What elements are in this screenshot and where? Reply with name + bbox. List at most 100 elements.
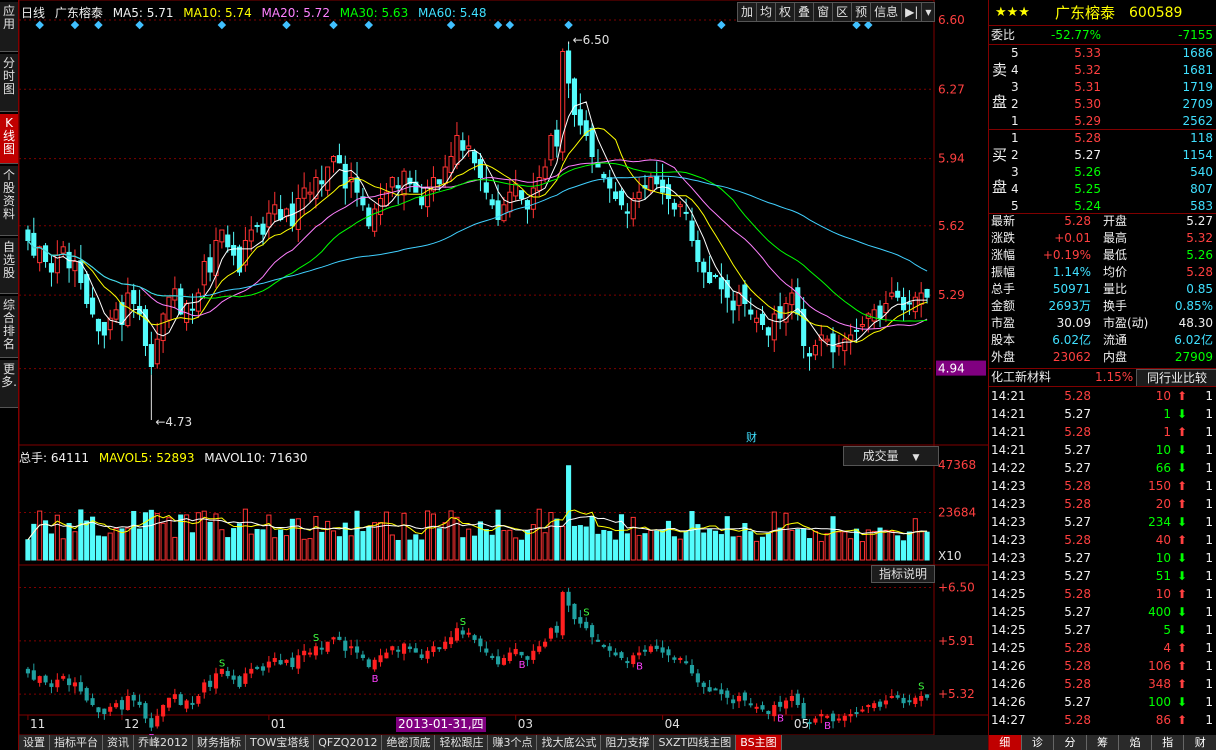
tick-price: 5.27: [1064, 515, 1091, 529]
indicator-tab-5[interactable]: TOW宝塔线: [246, 735, 315, 750]
toolbar-button-2[interactable]: 权: [775, 2, 796, 22]
candle-body: [401, 170, 407, 196]
event-marker-icon[interactable]: [94, 20, 103, 30]
volume-bar: [736, 535, 742, 561]
event-marker-icon[interactable]: [852, 20, 861, 30]
toolbar-button-7[interactable]: 信息: [870, 2, 903, 22]
volume-bar: [413, 534, 419, 561]
bs-candle-body: [919, 695, 924, 701]
tick-count: 1: [1205, 695, 1213, 709]
event-marker-icon[interactable]: [282, 20, 291, 30]
event-marker-icon[interactable]: [329, 20, 338, 30]
tick-list[interactable]: 14:21 5.28 10 ⬆ 1 14:21 5.27 1 ⬇ 1 14:21 5.28 1 ⬆ 1 14:…: [989, 388, 1216, 733]
event-marker-icon[interactable]: [364, 20, 374, 30]
bs-candle-body: [590, 625, 595, 638]
toolbar-button-6[interactable]: 预: [851, 2, 872, 22]
event-marker-icon[interactable]: [864, 20, 873, 30]
bs-candle-body: [413, 648, 418, 653]
left-tab-2[interactable]: K线图: [0, 114, 18, 164]
indicator-tab-9[interactable]: 赚3个点: [488, 735, 538, 750]
stat-row: 市盈 30.09 市盈(动) 48.30: [989, 315, 1216, 332]
finance-marker[interactable]: 财: [746, 430, 757, 444]
candle-body: [771, 313, 777, 341]
left-tab-6[interactable]: 更多.: [0, 360, 18, 408]
indicator-tab-10[interactable]: 找大底公式: [537, 735, 602, 750]
kline-chart-area[interactable]: 6.60 6.27 5.94 5.62 5.29 4.94 ←6.50 ←4.73 财 47368…: [19, 0, 989, 735]
tick-row: 14:23 5.27 234 ⬇ 1: [989, 514, 1216, 531]
event-marker-icon[interactable]: [35, 20, 44, 30]
toolbar-button-4[interactable]: 窗: [813, 2, 834, 22]
tick-price: 5.28: [1064, 713, 1091, 727]
bs-candle-body: [742, 692, 747, 701]
quote-tab-1[interactable]: 诊: [1021, 735, 1055, 750]
quote-tab-6[interactable]: 财: [1184, 735, 1216, 750]
sell-volume: 2562: [1182, 114, 1213, 128]
event-marker-icon[interactable]: [493, 20, 503, 30]
candle-body: [72, 261, 78, 272]
toolbar-button-0[interactable]: 加: [737, 2, 758, 22]
sell-volume: 1686: [1182, 46, 1213, 60]
left-tab-5[interactable]: 综合排名: [0, 296, 18, 358]
event-marker-icon[interactable]: [446, 20, 456, 30]
indicator-tab-6[interactable]: QFZQ2012: [314, 735, 383, 750]
tick-volume: 1: [1163, 407, 1171, 421]
indicator-tab-8[interactable]: 轻松跟庄: [435, 735, 489, 750]
event-marker-icon[interactable]: [717, 20, 726, 30]
candle-body: [789, 292, 795, 306]
indicator-tab-7[interactable]: 绝密顶底: [382, 735, 436, 750]
quote-tab-2[interactable]: 分: [1054, 735, 1087, 750]
indicator-tab-0[interactable]: 设置: [19, 735, 50, 750]
indicator-tab-12[interactable]: SXZT四线主图: [654, 735, 737, 750]
candle-body: [313, 177, 319, 200]
indicator-axis-label: +6.50: [938, 581, 975, 595]
indicator-tab-4[interactable]: 财务指标: [193, 735, 246, 750]
bs-candle-body: [531, 650, 536, 660]
quote-tab-0[interactable]: 细: [989, 735, 1022, 750]
indicator-tab-3[interactable]: 乔峰2012: [134, 735, 193, 750]
bs-candle-body: [72, 682, 78, 687]
volume-indicator-dropdown[interactable]: 成交量 ▼: [843, 446, 939, 466]
event-marker-icon[interactable]: [217, 20, 227, 30]
candle-body: [707, 272, 713, 283]
volume-bar: [601, 529, 607, 561]
bs-candle-body: [49, 683, 54, 687]
quote-panel: ★★★ 广东榕泰 600589 委比 -52.77% -7155 5 5.33 16…: [988, 0, 1216, 750]
bs-candle-body: [613, 652, 618, 656]
buy-price: 5.25: [1074, 182, 1101, 196]
volume-bar: [801, 528, 807, 561]
event-marker-icon[interactable]: [70, 20, 80, 30]
quote-tab-5[interactable]: 指: [1151, 735, 1185, 750]
left-tab-3[interactable]: 个股资料: [0, 166, 18, 236]
volume-bar: [689, 511, 695, 561]
indicator-tab-1[interactable]: 指标平台: [50, 735, 103, 750]
indicator-tab-11[interactable]: 阻力支撑: [601, 735, 655, 750]
event-marker-icon[interactable]: [564, 20, 573, 30]
event-marker-icon[interactable]: [505, 20, 515, 30]
quote-tab-3[interactable]: 筹: [1086, 735, 1120, 750]
event-marker-icon[interactable]: [135, 20, 144, 30]
left-tab-1[interactable]: 分时图: [0, 54, 18, 112]
toolbar-button-3[interactable]: 叠: [794, 2, 815, 22]
toolbar-button-8[interactable]: ▶|: [901, 2, 923, 22]
left-tab-4[interactable]: 自选股: [0, 238, 18, 294]
volume-bar: [665, 520, 672, 561]
bs-candle-body: [337, 636, 342, 640]
volume-bar: [718, 534, 724, 561]
industry-compare-button[interactable]: 同行业比较: [1136, 369, 1216, 387]
toolbar-dropdown-icon[interactable]: ▾: [921, 2, 936, 22]
bs-candle-body: [548, 628, 554, 639]
candle-body: [701, 261, 707, 273]
kline-chart-svg[interactable]: 6.60 6.27 5.94 5.62 5.29 4.94 ←6.50 ←4.73 财 47368…: [19, 0, 989, 735]
toolbar-button-1[interactable]: 均: [756, 2, 777, 22]
tick-row: 14:21 5.27 1 ⬇ 1: [989, 406, 1216, 423]
toolbar-button-5[interactable]: 区: [832, 2, 853, 22]
volume-bar: [701, 532, 707, 561]
weibi-label: 委比: [991, 28, 1016, 42]
volume-bar: [407, 539, 413, 561]
bs-candle-body: [719, 689, 724, 695]
indicator-tab-13[interactable]: BS主图: [736, 735, 782, 750]
quote-tab-4[interactable]: 焰: [1119, 735, 1152, 750]
indicator-help-button[interactable]: 指标说明: [871, 565, 935, 583]
indicator-tab-2[interactable]: 资讯: [103, 735, 134, 750]
left-tab-0[interactable]: 应用: [0, 2, 18, 52]
